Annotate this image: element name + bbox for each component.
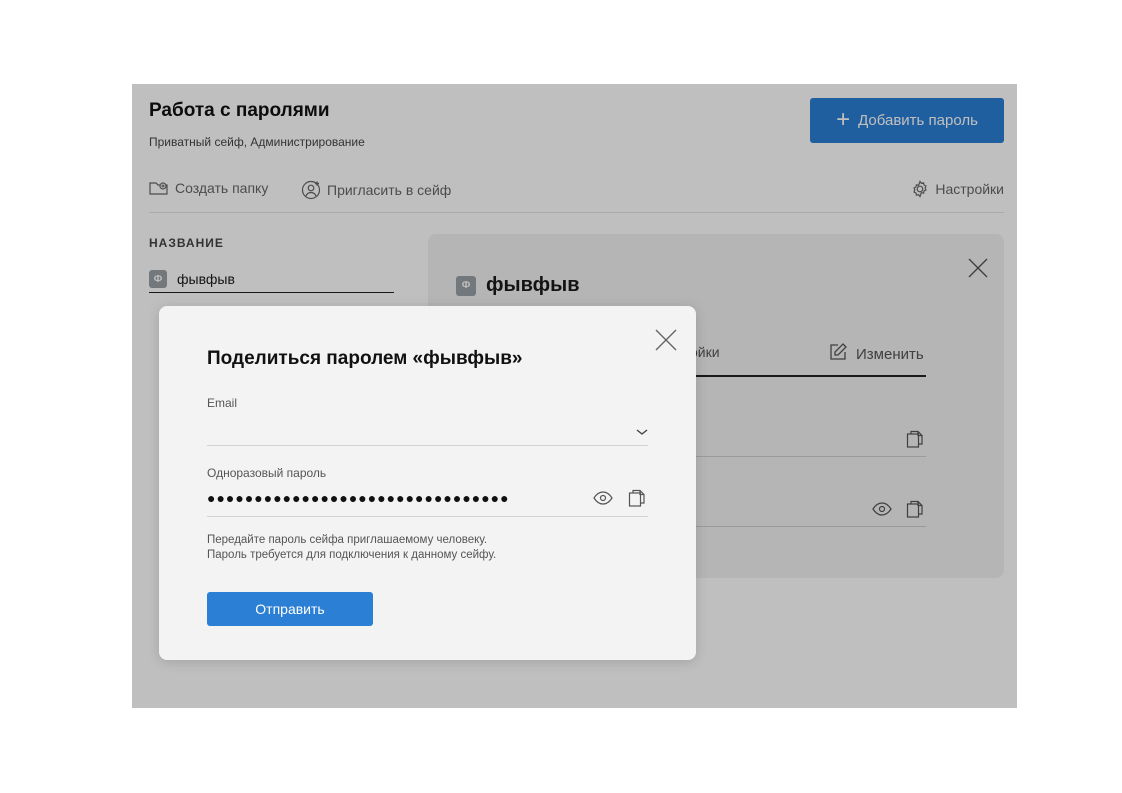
email-label: Email (207, 396, 238, 410)
otp-field[interactable]: ●●●●●●●●●●●●●●●●●●●●●●●●●●●●●●●● (207, 490, 510, 506)
hint-line: Пароль требуется для подключения к данно… (207, 549, 497, 561)
otp-field-underline (207, 516, 648, 517)
eye-icon[interactable] (593, 491, 613, 510)
close-icon[interactable] (654, 328, 678, 357)
hint-text: Передайте пароль сейфа приглашаемому чел… (207, 533, 496, 563)
send-button[interactable]: Отправить (207, 592, 373, 626)
dialog-title: Поделиться паролем «фывфыв» (207, 348, 523, 369)
copy-icon[interactable] (628, 489, 646, 512)
share-password-dialog: Поделиться паролем «фывфыв» Email Однора… (159, 306, 696, 660)
hint-line: Передайте пароль сейфа приглашаемому чел… (207, 534, 488, 546)
email-field[interactable] (207, 421, 631, 445)
email-field-underline (207, 445, 648, 446)
chevron-down-icon[interactable] (635, 424, 649, 442)
otp-label: Одноразовый пароль (207, 466, 327, 480)
